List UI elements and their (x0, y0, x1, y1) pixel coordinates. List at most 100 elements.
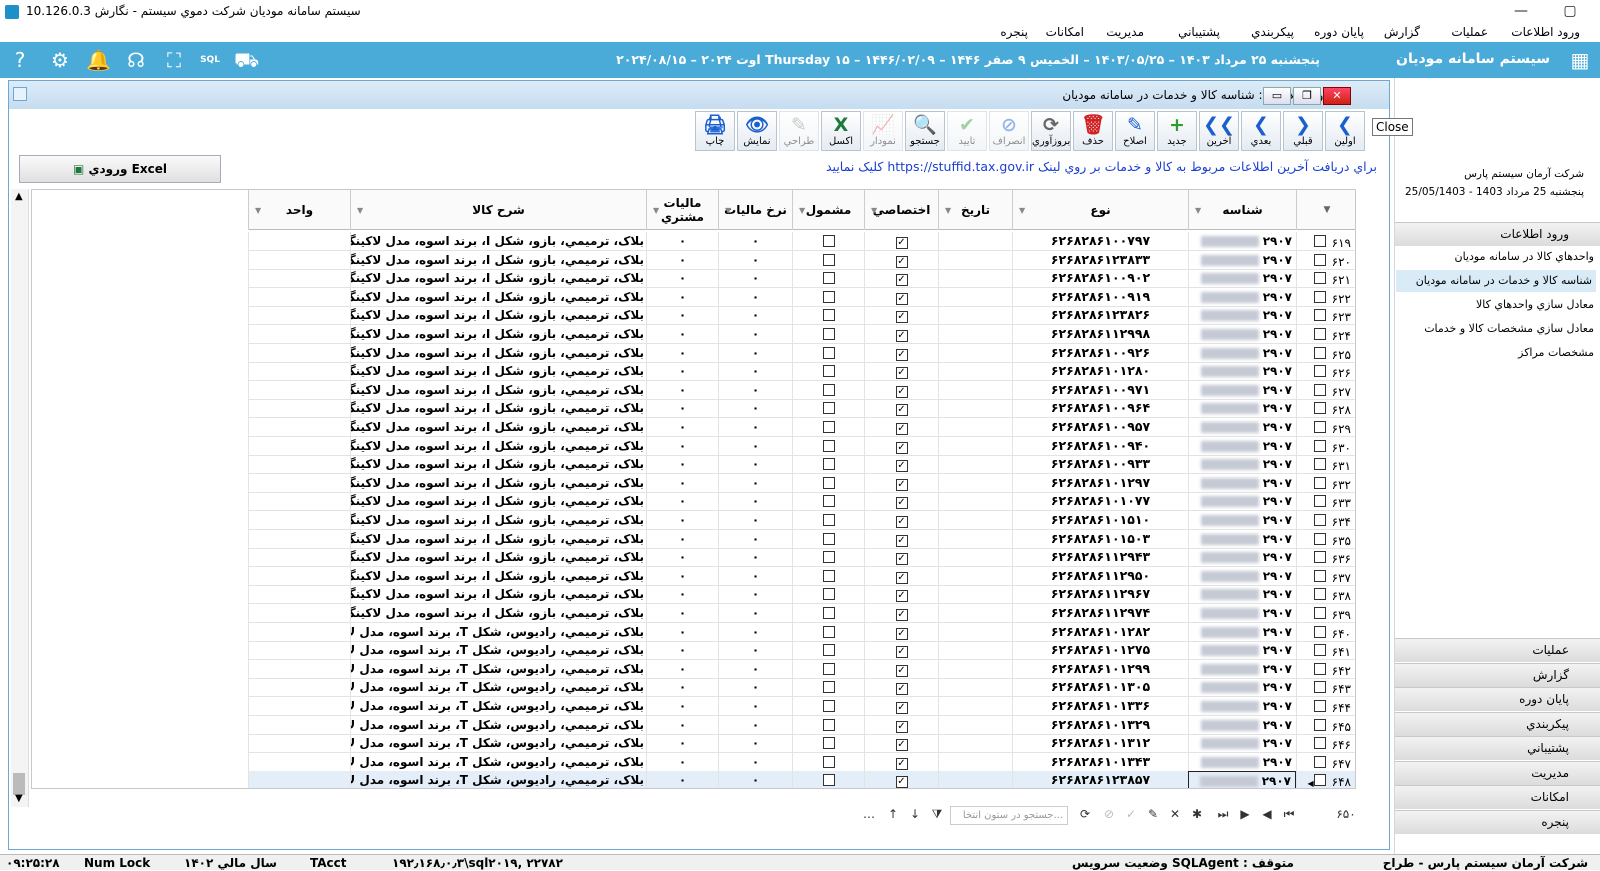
table-row[interactable]: بلاک، ترميمي، بازو، شکل I، برند اسوه، مد… (248, 325, 1355, 344)
row-select-checkbox[interactable] (1313, 309, 1326, 322)
menu-item-window[interactable]: پنجره (1000, 25, 1028, 39)
row-select-checkbox[interactable] (1313, 774, 1326, 787)
filter-icon[interactable]: ⧩ (929, 807, 945, 822)
apps-grid-icon[interactable]: ▦ (1568, 48, 1592, 72)
special-checkbox[interactable]: ✓ (895, 292, 908, 305)
nav-post-icon[interactable]: ✓ (1123, 807, 1139, 821)
child-close-button[interactable]: ✕ (1323, 87, 1351, 105)
table-row[interactable]: بلاک، ترميمي، بازو، شکل I، برند اسوه، مد… (248, 287, 1355, 307)
nav-edit-icon[interactable]: ✎ (1145, 807, 1161, 821)
special-checkbox[interactable]: ✓ (895, 497, 908, 510)
special-checkbox[interactable]: ✓ (895, 348, 908, 361)
included-checkbox[interactable] (822, 383, 835, 396)
table-row[interactable]: بلاک، ترميمي، بازو، شکل I، برند اسوه، مد… (248, 529, 1355, 549)
row-select-checkbox[interactable] (1313, 402, 1326, 415)
menu-item-config[interactable]: پيکربندي (1251, 25, 1294, 39)
maximize-button[interactable]: ▢ (1544, 0, 1596, 22)
section-collapsed[interactable]: عمليات (1395, 638, 1600, 662)
row-select-checkbox[interactable] (1313, 235, 1326, 247)
special-checkbox[interactable]: ✓ (895, 757, 908, 770)
nav-insert-icon[interactable]: ✱ (1189, 807, 1205, 821)
included-checkbox[interactable] (822, 346, 835, 359)
special-checkbox[interactable]: ✓ (895, 385, 908, 398)
row-select-checkbox[interactable] (1313, 383, 1326, 396)
nav-cancel-icon[interactable]: ⊘ (1101, 807, 1117, 821)
more-icon[interactable]: … (861, 807, 877, 821)
special-checkbox[interactable]: ✓ (895, 441, 908, 454)
row-select-checkbox[interactable] (1313, 755, 1326, 768)
column-search-input[interactable]: جستجو در ستون انتخا... (950, 806, 1068, 825)
special-checkbox[interactable]: ✓ (895, 664, 908, 677)
special-checkbox[interactable]: ✓ (895, 534, 908, 547)
table-row[interactable]: بلاک، ترميمي، راديوس، شکل T، برند اسوه، … (248, 641, 1355, 661)
included-checkbox[interactable] (822, 290, 835, 303)
table-row[interactable]: بلاک، ترميمي، بازو، شکل I، برند اسوه، مد… (248, 306, 1355, 326)
menu-item-support[interactable]: پشتيباني (1178, 25, 1220, 39)
truck-icon[interactable]: ⛟ (234, 48, 259, 72)
nav-last-icon[interactable]: ⏭ (1215, 807, 1231, 822)
row-select-checkbox[interactable] (1313, 625, 1326, 638)
table-row[interactable]: بلاک، ترميمي، بازو، شکل I، برند اسوه، مد… (248, 343, 1355, 363)
table-row[interactable]: بلاک، ترميمي، بازو، شکل I، برند اسوه، مد… (248, 250, 1355, 270)
edit-button[interactable]: ✎ اصلاح (1115, 111, 1155, 151)
included-checkbox[interactable] (822, 235, 835, 247)
menu-item-period-end[interactable]: پايان دوره (1314, 25, 1364, 39)
table-row[interactable]: بلاک، ترميمي، راديوس، شکل T، برند اسوه، … (248, 622, 1355, 642)
row-select-checkbox[interactable] (1313, 458, 1326, 471)
nav-delete-icon[interactable]: ✕ (1167, 807, 1183, 821)
table-row[interactable]: بلاک، ترميمي، بازو، شکل I، برند اسوه، مد… (248, 604, 1355, 623)
included-checkbox[interactable] (822, 309, 835, 322)
table-row[interactable]: بلاک، ترميمي، بازو، شکل I، برند اسوه، مد… (248, 566, 1355, 586)
included-checkbox[interactable] (822, 569, 835, 582)
special-checkbox[interactable]: ✓ (895, 330, 908, 342)
special-checkbox[interactable]: ✓ (895, 627, 908, 640)
col-header-date[interactable]: تاريخ ▼ (938, 190, 1012, 230)
col-header-type[interactable]: نوع ▼ (1012, 190, 1188, 230)
included-checkbox[interactable] (822, 644, 835, 657)
window-menu-icon[interactable] (13, 87, 27, 101)
select-all-header[interactable]: ▼ (1296, 190, 1355, 230)
row-select-checkbox[interactable] (1313, 328, 1326, 340)
row-select-checkbox[interactable] (1313, 551, 1326, 564)
menu-item-operations[interactable]: عمليات (1451, 25, 1488, 39)
row-select-checkbox[interactable] (1313, 272, 1326, 285)
table-row[interactable]: بلاک، ترميمي، راديوس، شکل T، برند اسوه، … (248, 771, 1355, 788)
included-checkbox[interactable] (822, 718, 835, 731)
special-checkbox[interactable]: ✓ (895, 776, 908, 788)
chart-button[interactable]: 📈 نمودار (863, 111, 903, 151)
special-checkbox[interactable]: ✓ (895, 590, 908, 603)
included-checkbox[interactable] (822, 514, 835, 526)
settings-icon[interactable]: ⚙ (48, 48, 72, 72)
table-row[interactable]: بلاک، ترميمي، بازو، شکل I، برند اسوه، مد… (248, 362, 1355, 382)
row-select-checkbox[interactable] (1313, 253, 1326, 266)
col-header-buyer_tax[interactable]: ماليات مشتري ▼ (646, 190, 718, 230)
special-checkbox[interactable]: ✓ (895, 571, 908, 584)
first-button[interactable]: ❮ اولين (1325, 111, 1365, 151)
table-row[interactable]: بلاک، ترميمي، راديوس، شکل T، برند اسوه، … (248, 659, 1355, 679)
table-row[interactable]: بلاک، ترميمي، بازو، شکل I، برند اسوه، مد… (248, 436, 1355, 456)
nav-first-icon[interactable]: ⏮ (1281, 807, 1297, 822)
section-collapsed[interactable]: مديريت (1395, 760, 1600, 785)
col-header-included[interactable]: مشمول ▼ (792, 190, 864, 230)
row-select-checkbox[interactable] (1313, 700, 1326, 712)
included-checkbox[interactable] (822, 365, 835, 378)
gift-icon[interactable]: ⛶ (162, 48, 186, 72)
row-select-checkbox[interactable] (1313, 514, 1326, 526)
section-collapsed[interactable]: پنجره (1395, 809, 1600, 834)
sort-up-icon[interactable]: ↑ (885, 807, 901, 821)
included-checkbox[interactable] (822, 700, 835, 712)
special-checkbox[interactable]: ✓ (895, 609, 908, 621)
special-checkbox[interactable]: ✓ (895, 255, 908, 268)
scroll-down-icon[interactable]: ▼ (15, 793, 23, 804)
table-row[interactable]: بلاک، ترميمي، بازو، شکل I، برند اسوه، مد… (248, 269, 1355, 289)
vertical-scrollbar[interactable]: ▲ ▼ (11, 189, 29, 807)
menu-item-tools[interactable]: امکانات (1046, 25, 1084, 39)
section-collapsed[interactable]: گزارش (1395, 662, 1600, 687)
scroll-thumb[interactable] (13, 773, 25, 795)
nav-prev-page-icon[interactable]: ◀ (1259, 807, 1275, 821)
special-checkbox[interactable]: ✓ (895, 237, 908, 249)
nav-item[interactable]: مشخصات مراکز (1518, 342, 1596, 364)
nav-item[interactable]: واحدهاي کالا در سامانه موديان (1455, 246, 1597, 268)
nav-refresh-icon[interactable]: ⟳ (1077, 807, 1093, 821)
menu-item-management[interactable]: مديريت (1106, 25, 1144, 39)
